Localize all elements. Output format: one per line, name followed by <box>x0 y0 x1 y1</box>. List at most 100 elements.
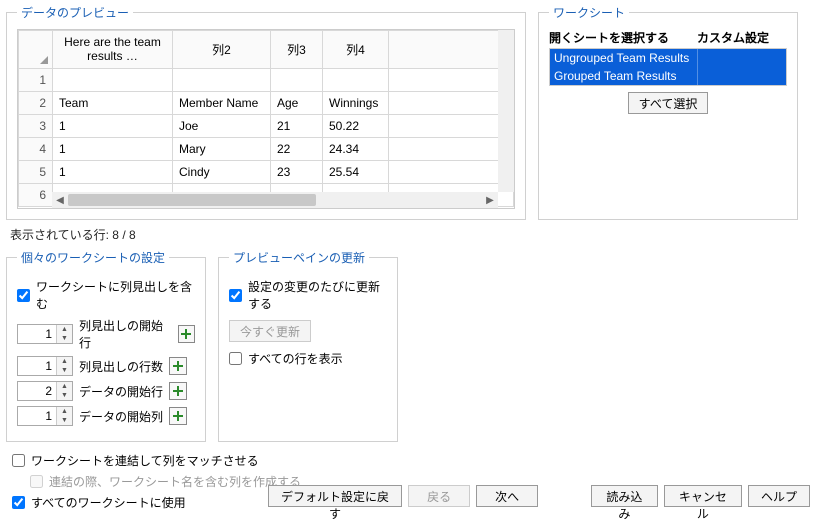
cell[interactable]: 25.54 <box>323 160 389 183</box>
col-header-empty[interactable] <box>389 31 514 69</box>
spin-up-icon[interactable]: ▲ <box>57 325 72 334</box>
col-header[interactable]: 列3 <box>271 31 323 69</box>
row-number[interactable]: 3 <box>19 114 53 137</box>
row-number[interactable]: 6 <box>19 183 53 206</box>
add-button[interactable] <box>169 407 187 425</box>
cell[interactable]: 22 <box>271 137 323 160</box>
spin-down-icon[interactable]: ▼ <box>57 366 72 375</box>
next-button[interactable]: 次へ <box>476 485 538 507</box>
scroll-right-icon[interactable]: ▶ <box>482 192 498 208</box>
worksheet-select-label: 開くシートを選択する <box>549 29 697 46</box>
cell[interactable] <box>389 68 514 91</box>
preview-table: Here are the team results … 列2 列3 列4 12T… <box>18 30 514 207</box>
cell[interactable]: 21 <box>271 114 323 137</box>
scroll-left-icon[interactable]: ◀ <box>52 192 68 208</box>
cell[interactable] <box>323 68 389 91</box>
cell[interactable] <box>389 160 514 183</box>
add-button[interactable] <box>169 357 187 375</box>
update-on-change-checkbox[interactable]: 設定の変更のたびに更新する <box>229 278 387 312</box>
include-header-input[interactable] <box>17 289 30 302</box>
cell[interactable]: 24.34 <box>323 137 389 160</box>
col-header[interactable]: Here are the team results … <box>53 31 173 69</box>
worksheet-header-row: 開くシートを選択する カスタム設定 <box>549 29 787 46</box>
vertical-scrollbar[interactable] <box>498 30 514 192</box>
cell[interactable]: Mary <box>173 137 271 160</box>
worksheet-list[interactable]: Ungrouped Team ResultsGrouped Team Resul… <box>549 48 787 86</box>
include-header-checkbox[interactable]: ワークシートに列見出しを含む <box>17 278 195 312</box>
spinner-input[interactable] <box>18 357 56 375</box>
cell[interactable] <box>389 137 514 160</box>
spinner-input[interactable] <box>18 382 56 400</box>
spin-down-icon[interactable]: ▼ <box>57 334 72 343</box>
cell[interactable]: 1 <box>53 137 173 160</box>
spinner-input[interactable] <box>18 407 56 425</box>
button-bar: デフォルト設定に戻す 戻る 次へ 読み込み キャンセル ヘルプ <box>0 485 810 507</box>
spinner-input[interactable] <box>18 325 56 343</box>
cell[interactable]: Cindy <box>173 160 271 183</box>
spin-down-icon[interactable]: ▼ <box>57 416 72 425</box>
cell[interactable] <box>173 68 271 91</box>
spin-up-icon[interactable]: ▲ <box>57 382 72 391</box>
show-all-rows-input[interactable] <box>229 352 242 365</box>
preview-table-wrap: Here are the team results … 列2 列3 列4 12T… <box>17 29 515 209</box>
concat-sheets-input[interactable] <box>12 454 25 467</box>
worksheet-name: Ungrouped Team Results <box>550 49 698 67</box>
add-button[interactable] <box>169 382 187 400</box>
spinner[interactable]: ▲▼ <box>17 356 73 376</box>
cell[interactable]: 50.22 <box>323 114 389 137</box>
default-button[interactable]: デフォルト設定に戻す <box>268 485 402 507</box>
spinner-row: ▲▼列見出しの行数 <box>17 356 195 376</box>
show-all-rows-checkbox[interactable]: すべての行を表示 <box>229 350 387 367</box>
worksheet-item[interactable]: Grouped Team Results <box>550 67 786 85</box>
cell[interactable]: 23 <box>271 160 323 183</box>
cell[interactable] <box>389 114 514 137</box>
row-number[interactable]: 1 <box>19 68 53 91</box>
cell[interactable]: Joe <box>173 114 271 137</box>
help-button[interactable]: ヘルプ <box>748 485 810 507</box>
cell[interactable]: Age <box>271 91 323 114</box>
table-corner[interactable] <box>19 31 53 69</box>
concat-sheets-label: ワークシートを連結して列をマッチさせる <box>31 452 259 469</box>
cancel-button[interactable]: キャンセル <box>664 485 742 507</box>
cell[interactable]: 1 <box>53 160 173 183</box>
select-all-button[interactable]: すべて選択 <box>628 92 709 114</box>
spinner[interactable]: ▲▼ <box>17 406 73 426</box>
spinner[interactable]: ▲▼ <box>17 324 73 344</box>
cell[interactable]: Team <box>53 91 173 114</box>
cell[interactable] <box>53 68 173 91</box>
spinner[interactable]: ▲▼ <box>17 381 73 401</box>
scroll-track[interactable] <box>68 192 482 208</box>
row-number[interactable]: 5 <box>19 160 53 183</box>
spin-up-icon[interactable]: ▲ <box>57 357 72 366</box>
row-number[interactable]: 2 <box>19 91 53 114</box>
col-header[interactable]: 列2 <box>173 31 271 69</box>
spinner-label: 列見出しの開始行 <box>79 317 172 351</box>
worksheet-custom <box>698 49 786 67</box>
worksheet-custom-label: カスタム設定 <box>697 29 769 46</box>
cell[interactable]: 1 <box>53 114 173 137</box>
shown-rows-label: 表示されている行: 8 / 8 <box>0 220 818 245</box>
worksheet-name: Grouped Team Results <box>550 67 698 85</box>
update-on-change-input[interactable] <box>229 289 242 302</box>
back-button: 戻る <box>408 485 470 507</box>
add-button[interactable] <box>178 325 195 343</box>
worksheet-item[interactable]: Ungrouped Team Results <box>550 49 786 67</box>
spin-down-icon[interactable]: ▼ <box>57 391 72 400</box>
spinner-label: データの開始列 <box>79 408 163 425</box>
horizontal-scrollbar[interactable]: ◀ ▶ <box>52 192 498 208</box>
load-button[interactable]: 読み込み <box>591 485 658 507</box>
concat-sheets-checkbox[interactable]: ワークシートを連結して列をマッチさせる <box>12 452 806 469</box>
cell[interactable] <box>271 68 323 91</box>
cell[interactable]: Winnings <box>323 91 389 114</box>
col-header[interactable]: 列4 <box>323 31 389 69</box>
worksheet-legend: ワークシート <box>549 4 629 21</box>
spinner-row: ▲▼ データの開始列 <box>17 406 195 426</box>
include-header-label: ワークシートに列見出しを含む <box>36 278 195 312</box>
spinner-row: ▲▼データの開始行 <box>17 381 195 401</box>
cell[interactable] <box>389 91 514 114</box>
scroll-thumb[interactable] <box>68 194 316 206</box>
cell[interactable]: Member Name <box>173 91 271 114</box>
row-number[interactable]: 4 <box>19 137 53 160</box>
spin-up-icon[interactable]: ▲ <box>57 407 72 416</box>
individual-settings-legend: 個々のワークシートの設定 <box>17 249 169 266</box>
